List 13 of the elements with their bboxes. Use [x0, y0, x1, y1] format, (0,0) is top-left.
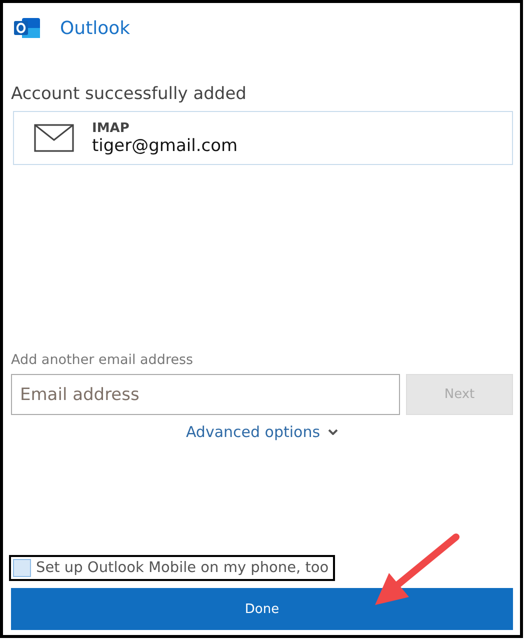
- heading: Account successfully added: [11, 84, 248, 104]
- envelope-icon: [34, 124, 74, 152]
- account-type: IMAP: [92, 120, 130, 136]
- done-button[interactable]: Done: [11, 588, 513, 630]
- account-email: tiger@gmail.com: [92, 136, 238, 156]
- app-title: Outlook: [60, 18, 130, 38]
- email-field[interactable]: Email address: [11, 374, 400, 415]
- chevron-down-icon: [328, 429, 338, 435]
- advanced-options-link[interactable]: Advanced options: [186, 423, 320, 441]
- checkbox[interactable]: [13, 559, 31, 577]
- outlook-logo-icon: [13, 16, 41, 40]
- field-label: Add another email address: [11, 352, 194, 368]
- mobile-setup-checkbox[interactable]: Set up Outlook Mobile on my phone, too: [9, 555, 335, 581]
